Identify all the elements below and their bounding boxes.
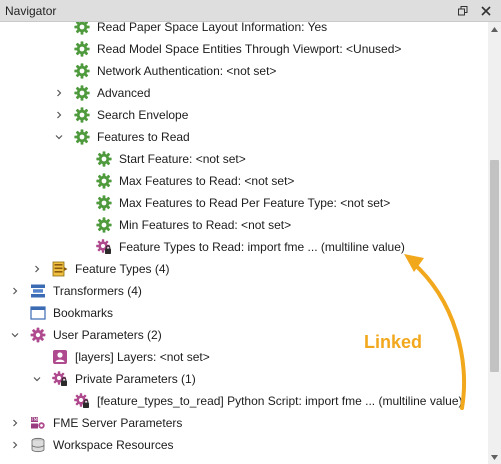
panel-title: Navigator xyxy=(5,4,57,18)
tree-item-label: Read Model Space Entities Through Viewpo… xyxy=(97,42,402,56)
tree-item-label: Feature Types (4) xyxy=(75,262,170,276)
scroll-up-button[interactable] xyxy=(488,22,501,36)
tree-item-feature-types-to-read-param[interactable]: [feature_types_to_read] Python Script: i… xyxy=(0,390,488,412)
tree-item-network-authentication[interactable]: Network Authentication: <not set> xyxy=(0,60,488,82)
private-parameter-icon xyxy=(74,393,90,409)
tree-item-read-model-space[interactable]: Read Model Space Entities Through Viewpo… xyxy=(0,38,488,60)
tree-item-label: Network Authentication: <not set> xyxy=(97,64,277,78)
tree-item-label: Workspace Resources xyxy=(53,438,174,452)
user-parameters-icon xyxy=(30,327,46,343)
caret-up-icon xyxy=(491,26,498,32)
svg-text:FME: FME xyxy=(32,417,41,422)
tree-item-label: Min Features to Read: <not set> xyxy=(119,218,292,232)
gear-icon xyxy=(74,63,90,79)
chevron-right-icon[interactable] xyxy=(10,286,20,296)
tree-item-start-feature[interactable]: Start Feature: <not set> xyxy=(0,148,488,170)
tree-item-label: User Parameters (2) xyxy=(53,328,162,342)
tree-item-private-parameters[interactable]: Private Parameters (1) xyxy=(0,368,488,390)
tree-item-label: Start Feature: <not set> xyxy=(119,152,246,166)
linked-gear-icon xyxy=(96,239,112,255)
tree-item-label: Search Envelope xyxy=(97,108,189,122)
tree-item-label: Max Features to Read Per Feature Type: <… xyxy=(119,196,391,210)
gear-icon xyxy=(96,217,112,233)
transformers-icon xyxy=(30,283,46,299)
private-parameters-icon xyxy=(52,371,68,387)
tree-item-label: Read Paper Space Layout Information: Yes xyxy=(97,22,328,34)
gear-icon xyxy=(74,85,90,101)
float-window-icon xyxy=(458,6,468,16)
database-icon xyxy=(30,437,46,453)
tree-item-label: [layers] Layers: <not set> xyxy=(75,350,210,364)
tree-item-feature-types[interactable]: Feature Types (4) xyxy=(0,258,488,280)
gear-icon xyxy=(74,41,90,57)
chevron-right-icon[interactable] xyxy=(10,440,20,450)
user-parameter-icon xyxy=(52,349,68,365)
tree-item-max-features-per-type[interactable]: Max Features to Read Per Feature Type: <… xyxy=(0,192,488,214)
float-panel-button[interactable] xyxy=(456,4,470,18)
navigator-tree: Read Paper Space Layout Information: Yes… xyxy=(0,22,488,464)
close-panel-button[interactable] xyxy=(479,4,493,18)
vertical-scrollbar[interactable] xyxy=(488,22,501,464)
gear-icon xyxy=(96,151,112,167)
bookmark-icon xyxy=(30,305,46,321)
tree-item-features-to-read[interactable]: Features to Read xyxy=(0,126,488,148)
tree-item-label: Transformers (4) xyxy=(53,284,142,298)
chevron-down-icon[interactable] xyxy=(54,132,64,142)
tree-item-label: Max Features to Read: <not set> xyxy=(119,174,295,188)
tree-item-label: Private Parameters (1) xyxy=(75,372,196,386)
gear-icon xyxy=(74,129,90,145)
server-parameters-icon: FME xyxy=(30,415,46,431)
chevron-right-icon[interactable] xyxy=(10,418,20,428)
gear-icon xyxy=(96,195,112,211)
tree-item-min-features[interactable]: Min Features to Read: <not set> xyxy=(0,214,488,236)
tree-item-label: Feature Types to Read: import fme ... (m… xyxy=(119,240,405,254)
tree-item-fme-server-parameters[interactable]: FME FME Server Parameters xyxy=(0,412,488,434)
chevron-down-icon[interactable] xyxy=(10,330,20,340)
tree-item-label: Features to Read xyxy=(97,130,190,144)
feature-types-icon xyxy=(52,261,68,277)
tree-item-max-features[interactable]: Max Features to Read: <not set> xyxy=(0,170,488,192)
tree-item-advanced[interactable]: Advanced xyxy=(0,82,488,104)
tree-item-transformers[interactable]: Transformers (4) xyxy=(0,280,488,302)
gear-icon xyxy=(74,22,90,35)
caret-down-icon xyxy=(491,454,498,460)
navigator-title-bar: Navigator xyxy=(0,0,501,22)
gear-icon xyxy=(74,107,90,123)
scroll-down-button[interactable] xyxy=(488,450,501,464)
chevron-down-icon[interactable] xyxy=(32,374,42,384)
tree-item-label: Advanced xyxy=(97,86,151,100)
chevron-right-icon[interactable] xyxy=(54,88,64,98)
chevron-right-icon[interactable] xyxy=(54,110,64,120)
annotation-label: Linked xyxy=(364,332,423,352)
tree-item-search-envelope[interactable]: Search Envelope xyxy=(0,104,488,126)
close-icon xyxy=(481,6,491,16)
gear-icon xyxy=(96,173,112,189)
tree-item-label: FME Server Parameters xyxy=(53,416,183,430)
tree-item-label: Bookmarks xyxy=(53,306,114,320)
chevron-right-icon[interactable] xyxy=(32,264,42,274)
tree-item-bookmarks[interactable]: Bookmarks xyxy=(0,302,488,324)
scrollbar-thumb[interactable] xyxy=(490,160,499,372)
tree-item-read-paper-space[interactable]: Read Paper Space Layout Information: Yes xyxy=(0,22,488,38)
tree-item-workspace-resources[interactable]: Workspace Resources xyxy=(0,434,488,456)
tree-item-label: [feature_types_to_read] Python Script: i… xyxy=(97,394,463,408)
tree-item-feature-types-to-read[interactable]: Feature Types to Read: import fme ... (m… xyxy=(0,236,488,258)
